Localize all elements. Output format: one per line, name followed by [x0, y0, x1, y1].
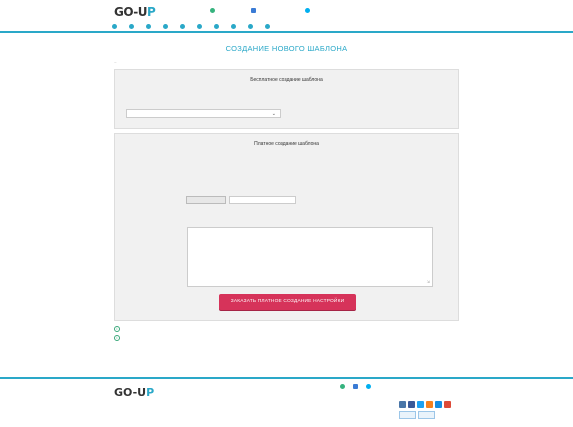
nav-item-logout[interactable] — [265, 24, 272, 29]
arrow-left-icon: ← — [114, 60, 118, 64]
nav-item-home[interactable] — [112, 24, 119, 29]
page-title: СОЗДАНИЕ НОВОГО ШАБЛОНА — [225, 44, 348, 53]
paid-template-panel: Платное создание шаблона ⇲ ЗАКАЗАТЬ ПЛАТ… — [114, 133, 459, 321]
logout-icon — [265, 24, 270, 29]
supported-objects-note: i — [114, 335, 124, 341]
info-icon: i — [114, 326, 120, 332]
vk-icon[interactable] — [399, 401, 406, 408]
wallet-icon — [129, 24, 134, 29]
order-paid-setup-button[interactable]: ЗАКАЗАТЬ ПЛАТНОЕ СОЗДАНИЕ НАСТРОЙКИ — [219, 294, 356, 310]
nav-item-balance[interactable] — [129, 24, 136, 29]
footer-contacts — [340, 384, 371, 390]
price-note: i — [114, 326, 124, 332]
social-links — [399, 401, 451, 408]
nav-item-create-template[interactable] — [180, 24, 187, 29]
template-select[interactable]: ⌄ — [126, 109, 281, 118]
free-template-panel: Бесплатное создание шаблона ⌄ — [114, 69, 459, 129]
facebook-icon[interactable] — [408, 401, 415, 408]
odnoklassniki-icon[interactable] — [426, 401, 433, 408]
twitter-icon[interactable] — [417, 401, 424, 408]
paid-panel-title: Платное создание шаблона — [254, 141, 319, 147]
back-link[interactable]: ← — [114, 60, 118, 64]
main-nav — [0, 22, 573, 33]
additional-info-textarea[interactable]: ⇲ — [187, 227, 433, 287]
info-icon: i — [114, 335, 120, 341]
payment-badges — [399, 411, 435, 419]
webmoney-badge-icon[interactable] — [399, 411, 416, 419]
header-email[interactable] — [251, 7, 258, 13]
nav-item-profile[interactable] — [146, 24, 153, 29]
resize-grip-icon[interactable]: ⇲ — [427, 279, 430, 285]
footer: GO-UP — [0, 377, 573, 427]
news-icon — [231, 24, 236, 29]
header-skype[interactable] — [305, 7, 312, 13]
phone-icon — [210, 7, 215, 13]
nav-item-tickets[interactable] — [214, 24, 221, 29]
header-phone — [210, 7, 217, 13]
template-icon — [180, 24, 185, 29]
chevron-down-icon: ⌄ — [271, 111, 276, 117]
mailru-icon[interactable] — [435, 401, 442, 408]
logo[interactable]: GO-UP — [114, 5, 156, 19]
home-icon — [112, 24, 117, 29]
nav-item-faq[interactable] — [248, 24, 255, 29]
skype-icon — [305, 7, 310, 13]
choose-files-button[interactable] — [186, 196, 226, 204]
skype-icon — [366, 384, 371, 389]
mail-icon — [353, 384, 358, 389]
blog-icon — [197, 24, 202, 29]
footer-phone — [340, 384, 345, 390]
nav-item-news[interactable] — [231, 24, 238, 29]
nav-item-blog[interactable] — [197, 24, 204, 29]
user-icon — [146, 24, 151, 29]
panel-icon — [163, 24, 168, 29]
nav-item-panel[interactable] — [163, 24, 170, 29]
footer-skype[interactable] — [366, 384, 371, 390]
mail-icon — [251, 7, 256, 13]
free-panel-title: Бесплатное создание шаблона — [250, 77, 323, 83]
tickets-icon — [214, 24, 219, 29]
phone-icon — [340, 384, 345, 389]
footer-logo[interactable]: GO-UP — [114, 386, 154, 399]
faq-icon — [248, 24, 253, 29]
webmoney-badge-icon[interactable] — [418, 411, 435, 419]
googleplus-icon[interactable] — [444, 401, 451, 408]
file-name-field[interactable] — [229, 196, 296, 204]
footer-email[interactable] — [353, 384, 358, 390]
